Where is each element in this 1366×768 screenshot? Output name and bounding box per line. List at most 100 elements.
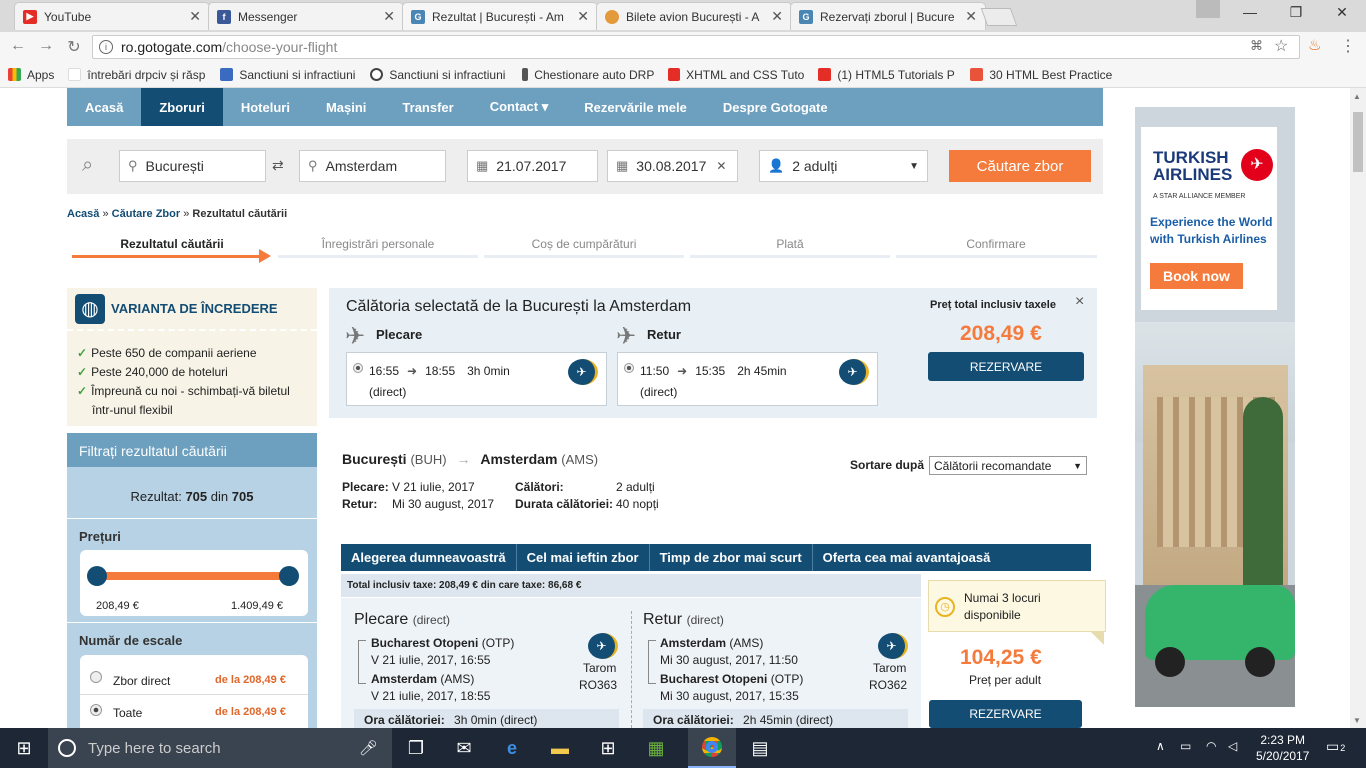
return-date-field[interactable]: ▦ 30.08.2017 ✕ <box>607 150 738 182</box>
out-from-code: (OTP) <box>481 636 515 650</box>
result-book-button[interactable]: REZERVARE <box>929 700 1082 728</box>
to-field[interactable]: ⚲ Amsterdam <box>299 150 446 182</box>
windows-start-icon[interactable]: ⊞ <box>0 728 48 768</box>
tab-messenger[interactable]: f Messenger ✕ <box>208 2 404 30</box>
wifi-icon[interactable]: ◠ <box>1206 739 1216 753</box>
page-scrollbar[interactable] <box>1350 88 1366 728</box>
price-slider-max-handle[interactable] <box>279 566 299 586</box>
translate-icon[interactable]: ⌘ <box>1250 38 1263 54</box>
page-icon <box>68 68 82 81</box>
volume-icon[interactable]: ◁ <box>1228 739 1237 753</box>
out-from: Bucharest Otopeni (OTP) <box>371 636 514 650</box>
bookmark-chestionare[interactable]: Chestionare auto DRP <box>522 68 654 82</box>
profile-icon[interactable] <box>1196 0 1220 18</box>
total-taxes-line: Total inclusiv taxe: 208,49 € din care t… <box>341 574 921 597</box>
maximize-icon[interactable]: ❐ <box>1276 4 1316 24</box>
selected-ret-card[interactable]: 11:50 ➜ 15:35 2h 45min (direct) ✈ <box>617 352 878 406</box>
close-icon[interactable]: × <box>1075 293 1084 311</box>
selected-book-button[interactable]: REZERVARE <box>928 352 1084 381</box>
sort-select[interactable]: Călătorii recomandate ▼ <box>929 456 1087 475</box>
taskbar-clock[interactable]: 2:23 PM 5/20/2017 <box>1256 732 1309 764</box>
tab-rezervati[interactable]: G Rezervați zborul | Bucure ✕ <box>790 2 986 30</box>
passengers-select[interactable]: 👤 2 adulți ▼ <box>759 150 928 182</box>
bookmark-30html[interactable]: 30 HTML Best Practice <box>970 68 1112 82</box>
show-hidden-icons[interactable]: ∧ <box>1156 739 1165 753</box>
close-tab-icon[interactable]: ✕ <box>771 8 783 25</box>
info-icon[interactable]: i <box>99 40 113 54</box>
tab-rezultat[interactable]: G Rezultat | București - Am ✕ <box>402 2 598 30</box>
nav-despre[interactable]: Despre Gotogate <box>705 88 846 126</box>
nav-masini[interactable]: Mașini <box>308 88 384 126</box>
battery-icon[interactable]: ▭ <box>1180 739 1191 753</box>
tab-oferta[interactable]: Oferta cea mai avantajoasă <box>813 544 1001 571</box>
scroll-down-icon[interactable]: ▼ <box>1353 716 1361 725</box>
bookmark-html5[interactable]: (1) HTML5 Tutorials P <box>818 68 956 82</box>
radio-icon[interactable] <box>624 363 634 373</box>
stop-all-radio[interactable] <box>90 704 102 716</box>
ad-book-now-button[interactable]: Book now <box>1150 263 1243 289</box>
close-tab-icon[interactable]: ✕ <box>383 8 395 25</box>
forward-icon[interactable]: → <box>36 37 56 55</box>
scrollbar-thumb[interactable] <box>1353 112 1363 172</box>
nav-rezervari[interactable]: Rezervările mele <box>566 88 705 126</box>
search-flight-button[interactable]: Căutare zbor <box>949 150 1091 182</box>
close-tab-icon[interactable]: ✕ <box>189 8 201 25</box>
step-rezultat: Rezultatul căutării <box>120 237 224 251</box>
selected-out-card[interactable]: 16:55 ➜ 18:55 3h 0min (direct) ✈ <box>346 352 607 406</box>
turkish-airlines-ad[interactable]: TURKISH AIRLINES ✈ A STAR ALLIANCE MEMBER… <box>1135 107 1295 707</box>
tab-alegerea[interactable]: Alegerea dumneavoastră <box>341 544 517 571</box>
swap-icon[interactable]: ⇄ <box>272 157 284 174</box>
breadcrumb-search[interactable]: Căutare Zbor <box>112 208 180 220</box>
url-input[interactable]: i ro.gotogate.com/choose-your-flight <box>92 35 1300 59</box>
tab-cel-mai-ieftin[interactable]: Cel mai ieftin zbor <box>517 544 650 571</box>
clear-date-icon[interactable]: ✕ <box>716 159 726 173</box>
nav-zboruri[interactable]: Zboruri <box>141 88 223 126</box>
mail-icon[interactable]: ✉ <box>440 728 488 768</box>
new-tab-button[interactable] <box>980 8 1018 26</box>
ret-to-code: (OTP) <box>770 672 804 686</box>
bookmark-sanctiuni-1[interactable]: Sanctiuni si infractiuni <box>220 68 356 82</box>
price-slider-track[interactable] <box>95 572 291 580</box>
calculator-icon[interactable]: ▤ <box>736 728 784 768</box>
reload-icon[interactable]: ↻ <box>64 37 84 57</box>
edge-icon[interactable]: e <box>488 728 536 768</box>
bookmark-star-icon[interactable]: ☆ <box>1274 36 1288 56</box>
breadcrumb-home[interactable]: Acasă <box>67 208 99 220</box>
scroll-up-icon[interactable]: ▲ <box>1353 92 1361 101</box>
radio-icon[interactable] <box>353 363 363 373</box>
minimize-icon[interactable]: — <box>1230 4 1270 24</box>
chrome-icon[interactable] <box>688 728 736 768</box>
store-icon[interactable]: ⊞ <box>584 728 632 768</box>
price-slider-min-handle[interactable] <box>87 566 107 586</box>
extension-flame-icon[interactable]: ♨ <box>1308 36 1321 54</box>
bookmark-xhtml[interactable]: XHTML and CSS Tuto <box>668 68 804 82</box>
nav-hoteluri[interactable]: Hoteluri <box>223 88 308 126</box>
menu-dots-icon[interactable]: ⋮ <box>1340 36 1356 56</box>
close-tab-icon[interactable]: ✕ <box>577 8 589 25</box>
microphone-icon[interactable]: 🎤︎ <box>359 739 378 757</box>
from-field[interactable]: ⚲ București <box>119 150 266 182</box>
youtube-icon <box>818 68 832 81</box>
nav-transfer[interactable]: Transfer <box>384 88 471 126</box>
tab-youtube[interactable]: ▶ YouTube ✕ <box>14 2 210 30</box>
task-view-icon[interactable]: ❐ <box>392 728 440 768</box>
nav-acasa[interactable]: Acasă <box>67 88 141 126</box>
nav-contact[interactable]: Contact ▾ <box>472 88 567 126</box>
depart-date-field[interactable]: ▦ 21.07.2017 <box>467 150 598 182</box>
location-pin-icon: ⚲ <box>128 158 138 173</box>
back-icon[interactable]: ← <box>8 37 28 55</box>
spreadsheet-app-icon[interactable]: ▦ <box>632 728 680 768</box>
bookmark-apps[interactable]: Apps <box>8 68 54 82</box>
close-tab-icon[interactable]: ✕ <box>965 8 977 25</box>
notifications-icon[interactable]: ▭2 <box>1326 738 1345 755</box>
ad-palm-tree <box>1243 397 1283 597</box>
bookmark-sanctiuni-2[interactable]: Sanctiuni si infractiuni <box>370 68 508 82</box>
file-explorer-icon[interactable]: ▬ <box>536 728 584 768</box>
taskbar-search-box[interactable]: Type here to search 🎤︎ <box>48 728 392 768</box>
person-icon: 👤 <box>768 158 785 173</box>
stop-direct-radio[interactable] <box>90 671 102 683</box>
tab-timp-scurt[interactable]: Timp de zbor mai scurt <box>650 544 813 571</box>
close-window-icon[interactable]: ✕ <box>1322 4 1362 24</box>
tab-bilete[interactable]: Bilete avion București - A ✕ <box>596 2 792 30</box>
bookmark-drpciv[interactable]: întrebări drpciv și răsp <box>68 68 206 82</box>
